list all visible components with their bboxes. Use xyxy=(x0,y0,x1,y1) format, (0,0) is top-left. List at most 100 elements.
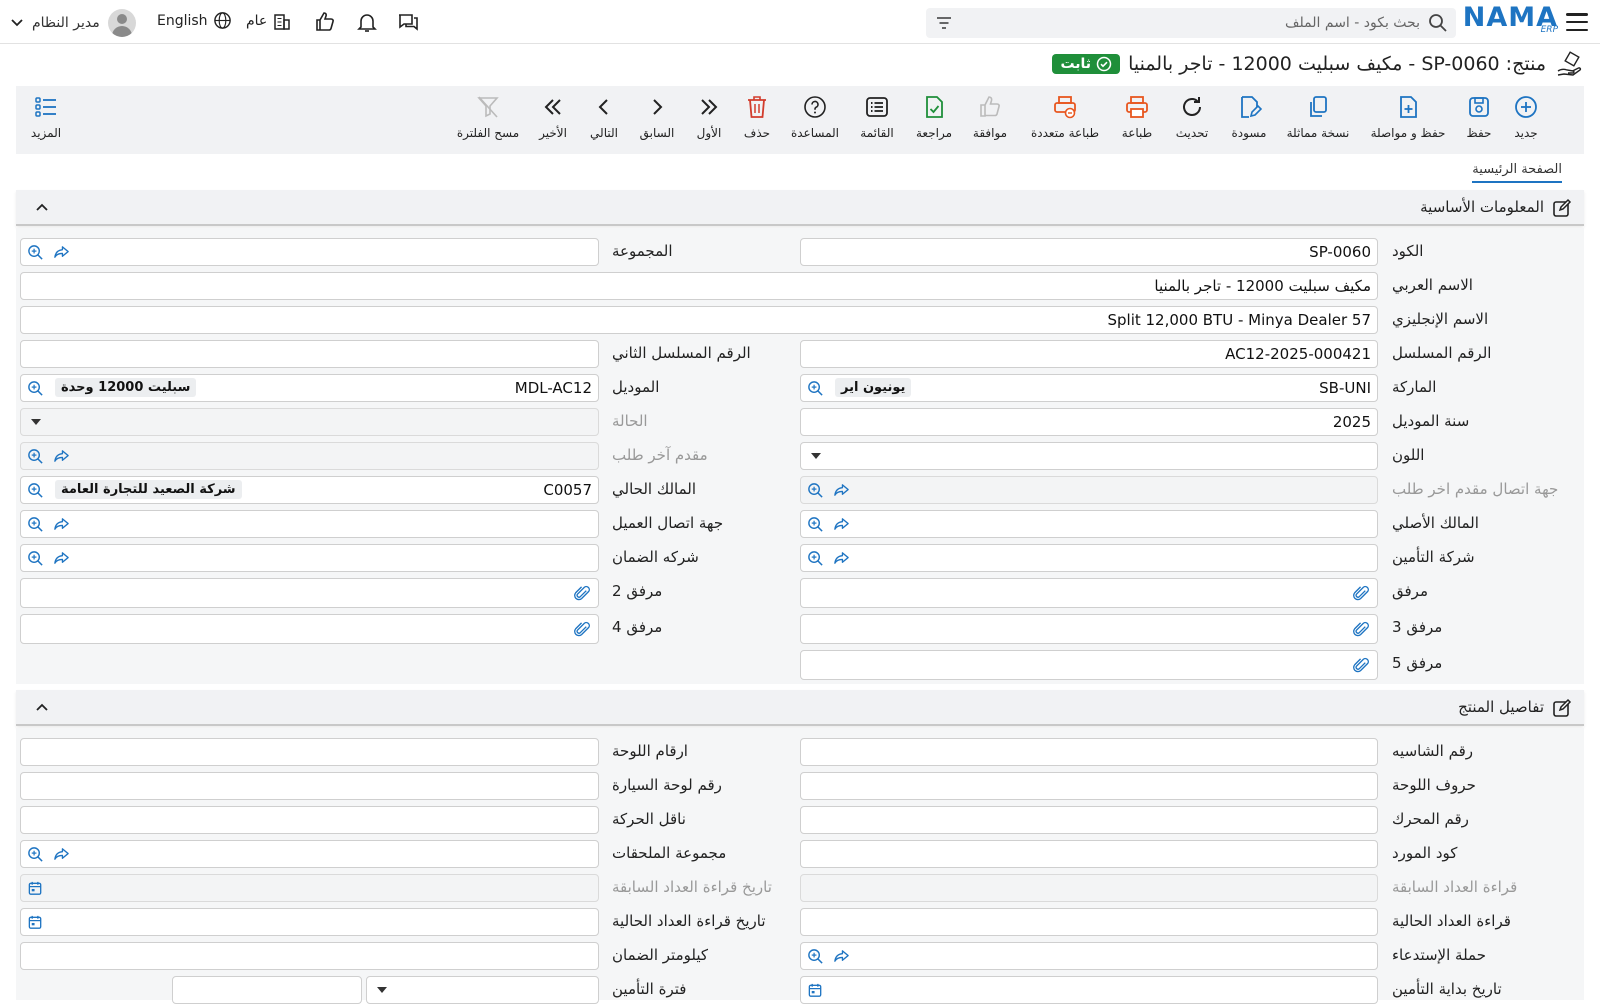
share-arrow-icon[interactable] xyxy=(833,482,850,499)
thumbs-up-icon[interactable] xyxy=(313,10,337,34)
curr-meter-field[interactable] xyxy=(800,908,1378,936)
search-plus-icon[interactable] xyxy=(27,550,44,567)
attachment5-field[interactable] xyxy=(800,650,1378,680)
previous-button[interactable]: السابق xyxy=(627,94,687,140)
recall-campaign-field[interactable] xyxy=(800,942,1378,970)
color-field[interactable] xyxy=(800,442,1378,470)
share-arrow-icon[interactable] xyxy=(53,244,70,261)
warranty-km-field[interactable] xyxy=(20,942,599,970)
language-selector[interactable]: English xyxy=(157,11,232,30)
plate-numbers-field[interactable] xyxy=(20,738,599,766)
search-plus-icon[interactable] xyxy=(807,380,824,397)
model-year-field[interactable]: 2025 xyxy=(800,408,1378,436)
dropdown-caret-icon[interactable] xyxy=(377,987,387,993)
dropdown-caret-icon[interactable] xyxy=(31,419,41,425)
search-plus-icon[interactable] xyxy=(807,516,824,533)
logo[interactable]: NAMA ERP xyxy=(1463,3,1558,41)
engine-field[interactable] xyxy=(800,806,1378,834)
search-input[interactable] xyxy=(954,15,1428,31)
current-owner-field[interactable]: C0057 شركة الصعيد للتجارة العامة xyxy=(20,476,599,504)
paperclip-icon[interactable] xyxy=(1353,657,1370,674)
calendar-icon[interactable] xyxy=(27,914,44,931)
paperclip-icon[interactable] xyxy=(574,621,591,638)
review-button[interactable]: مراجعة xyxy=(904,94,964,140)
car-plate-field[interactable] xyxy=(20,772,599,800)
insurance-company-field[interactable] xyxy=(800,544,1378,572)
duplicate-button[interactable]: نسخة مماثلة xyxy=(1287,94,1349,140)
share-arrow-icon[interactable] xyxy=(53,846,70,863)
customer-contact-field[interactable] xyxy=(20,510,599,538)
approve-button[interactable]: موافقة xyxy=(960,94,1020,140)
search-plus-icon[interactable] xyxy=(807,550,824,567)
attachment3-field[interactable] xyxy=(800,614,1378,644)
supplier-code-field[interactable] xyxy=(800,840,1378,868)
search-icon[interactable] xyxy=(1428,13,1448,33)
bell-icon[interactable] xyxy=(355,10,379,34)
share-arrow-icon[interactable] xyxy=(53,516,70,533)
gearbox-field[interactable] xyxy=(20,806,599,834)
warranty-company-field[interactable] xyxy=(20,544,599,572)
original-owner-field[interactable] xyxy=(800,510,1378,538)
current-owner-chip: شركة الصعيد للتجارة العامة xyxy=(55,480,242,499)
search-plus-icon[interactable] xyxy=(807,482,824,499)
scope-selector[interactable]: عام xyxy=(246,11,292,31)
thumbs-up-icon xyxy=(980,96,1000,117)
list-button[interactable]: القائمة xyxy=(847,94,907,140)
tab-main[interactable]: الصفحة الرئيسية xyxy=(1472,162,1562,183)
first-button[interactable]: الأول xyxy=(679,94,739,140)
model-field[interactable]: MDL-AC12 سبليت 12000 وحدة xyxy=(20,374,599,402)
curr-meter-date-field[interactable] xyxy=(20,908,599,936)
save-continue-button[interactable]: حفظ و مواصلة xyxy=(1371,94,1445,140)
search-plus-icon[interactable] xyxy=(807,948,824,965)
chassis-field[interactable] xyxy=(800,738,1378,766)
paperclip-icon[interactable] xyxy=(574,585,591,602)
attachment2-field[interactable] xyxy=(20,578,599,608)
chevron-up-icon[interactable] xyxy=(34,200,50,216)
print-button[interactable]: طباعة xyxy=(1107,94,1167,140)
share-arrow-icon[interactable] xyxy=(833,516,850,533)
search-plus-icon[interactable] xyxy=(27,448,44,465)
search-plus-icon[interactable] xyxy=(27,846,44,863)
last-button[interactable]: الأخير xyxy=(523,94,583,140)
user-menu[interactable]: مدير النظام xyxy=(10,9,136,37)
help-button[interactable]: المساعدة xyxy=(785,94,845,140)
filter-icon[interactable] xyxy=(934,13,954,33)
code-field[interactable]: SP-0060 xyxy=(800,238,1378,266)
share-arrow-icon[interactable] xyxy=(53,550,70,567)
print-label: طباعة xyxy=(1121,126,1153,140)
attachment4-field[interactable] xyxy=(20,614,599,644)
plate-letters-field[interactable] xyxy=(800,772,1378,800)
share-arrow-icon[interactable] xyxy=(53,448,70,465)
next-button[interactable]: التالي xyxy=(574,94,634,140)
dropdown-caret-icon[interactable] xyxy=(811,453,821,459)
clear-filter-button[interactable]: مسح الفلترة xyxy=(457,94,519,140)
save-button[interactable]: حفظ xyxy=(1449,94,1509,140)
share-arrow-icon[interactable] xyxy=(833,550,850,567)
multi-print-button[interactable]: طباعة متعددة xyxy=(1031,94,1099,140)
share-arrow-icon[interactable] xyxy=(833,948,850,965)
calendar-icon[interactable] xyxy=(807,982,824,999)
section-basic-header[interactable]: المعلومات الأساسية xyxy=(16,190,1584,226)
more-button[interactable]: المزيد xyxy=(16,94,76,140)
calendar-icon[interactable] xyxy=(27,880,44,897)
refresh-button[interactable]: تحديث xyxy=(1162,94,1222,140)
paperclip-icon[interactable] xyxy=(1353,585,1370,602)
search-plus-icon[interactable] xyxy=(27,244,44,261)
accessories-group-field[interactable] xyxy=(20,840,599,868)
serial-field[interactable]: AC12-2025-000421 xyxy=(800,340,1378,368)
hamburger-menu-icon[interactable] xyxy=(1564,10,1590,34)
arabic-name-field[interactable]: مكيف سبليت 12000 - تاجر بالمنيا xyxy=(20,272,1378,300)
serial2-field[interactable] xyxy=(20,340,599,368)
chat-icon[interactable] xyxy=(396,10,420,34)
draft-button[interactable]: مسودة xyxy=(1219,94,1279,140)
brand-field[interactable]: SB-UNI يونيون اير xyxy=(800,374,1378,402)
english-name-field[interactable]: Split 12,000 BTU - Minya Dealer 57 xyxy=(20,306,1378,334)
chevron-up-icon[interactable] xyxy=(34,700,50,716)
search-plus-icon[interactable] xyxy=(27,482,44,499)
search-plus-icon[interactable] xyxy=(27,516,44,533)
group-field[interactable] xyxy=(20,238,599,266)
search-plus-icon[interactable] xyxy=(27,380,44,397)
paperclip-icon[interactable] xyxy=(1353,621,1370,638)
attachment-field[interactable] xyxy=(800,578,1378,608)
section-details-header[interactable]: تفاصيل المنتج xyxy=(16,690,1584,726)
